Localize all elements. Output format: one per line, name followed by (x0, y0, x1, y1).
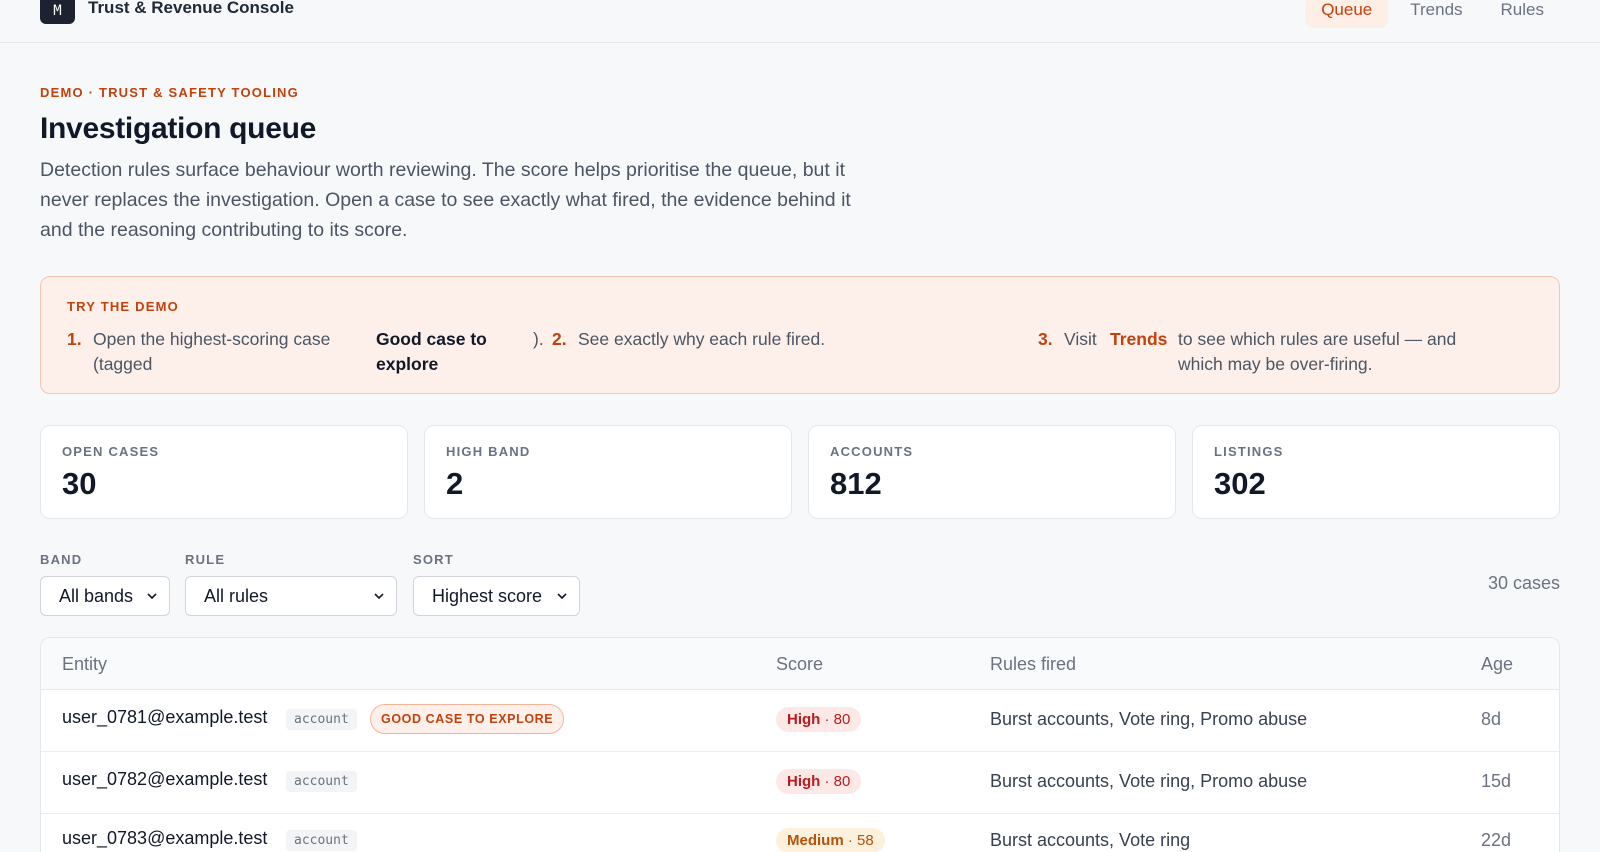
demo-title: TRY THE DEMO (67, 299, 179, 314)
case-count: 30 cases (1487, 573, 1560, 593)
app-logo: M (40, 0, 75, 24)
score-value: · 80 (824, 773, 851, 790)
rules-fired: Burst accounts, Vote ring (990, 830, 1191, 850)
rule-select-value: All rules (204, 586, 269, 606)
band-select-value: All bands (59, 586, 134, 606)
chevron-down-icon (557, 593, 567, 600)
step-number: 3. (1038, 329, 1053, 349)
score-badge: Medium · 58 (776, 828, 885, 852)
page-title: Investigation queue (40, 112, 317, 145)
chevron-down-icon (147, 593, 157, 600)
nav-item-trends[interactable]: Trends (1394, 0, 1478, 28)
stat-label: LISTINGS (1214, 444, 1284, 459)
step-text: Open the highest-scoring case (tagged (93, 329, 331, 374)
chevron-down-icon (374, 593, 384, 600)
step-text: Visit (1064, 329, 1097, 349)
stat-value: 2 (446, 466, 464, 501)
step-tag: Good case to explore (376, 329, 487, 374)
nav-item-rules[interactable]: Rules (1485, 0, 1560, 28)
stat-value: 302 (1214, 466, 1266, 501)
entity-type-badge: account (286, 709, 357, 730)
stat-value: 812 (830, 466, 882, 501)
case-age: 8d (1481, 709, 1502, 729)
stat-value: 30 (62, 466, 97, 501)
stat-card-open-cases: OPEN CASES 30 (40, 425, 408, 519)
sort-select[interactable]: Highest score (413, 576, 580, 616)
stat-label: OPEN CASES (62, 444, 160, 459)
step-number: 1. (67, 329, 82, 349)
sort-filter-label: SORT (413, 552, 454, 567)
demo-callout: TRY THE DEMO 1. Open the highest-scoring… (40, 276, 1560, 394)
table-row[interactable]: user_0783@example.test account Medium · … (41, 814, 1559, 852)
stat-label: HIGH BAND (446, 444, 531, 459)
table-row[interactable]: user_0781@example.test account GOOD CASE… (41, 690, 1559, 752)
score-badge: High · 80 (776, 769, 862, 794)
case-age: 22d (1481, 830, 1512, 850)
page-eyebrow: DEMO · TRUST & SAFETY TOOLING (40, 85, 299, 100)
sort-select-value: Highest score (432, 586, 543, 606)
entity-type-badge: account (286, 771, 357, 792)
case-age: 15d (1481, 771, 1512, 791)
step-text-end: ). (533, 329, 544, 349)
column-header-rules[interactable]: Rules fired (990, 654, 1076, 675)
score-band: Medium (787, 832, 844, 849)
band-filter-label: BAND (40, 552, 83, 567)
app-title: Trust & Revenue Console (88, 0, 294, 17)
stat-card-high-band: HIGH BAND 2 (424, 425, 792, 519)
good-case-badge: GOOD CASE TO EXPLORE (370, 704, 565, 734)
column-header-entity[interactable]: Entity (62, 654, 107, 675)
table-header: Entity Score Rules fired Age (41, 638, 1559, 690)
nav-item-queue[interactable]: Queue (1305, 0, 1389, 28)
trends-link[interactable]: Trends (1110, 327, 1167, 352)
entity-id[interactable]: user_0782@example.test (62, 769, 267, 790)
main-nav: Queue Trends Rules (1305, 0, 1560, 28)
score-value: · 58 (847, 832, 874, 849)
table-row[interactable]: user_0782@example.test account High · 80… (41, 752, 1559, 814)
step-text: See exactly why each rule fired. (578, 329, 826, 349)
rules-fired: Burst accounts, Vote ring, Promo abuse (990, 771, 1308, 791)
stat-label: ACCOUNTS (830, 444, 914, 459)
rule-select[interactable]: All rules (185, 576, 397, 616)
stat-card-listings: LISTINGS 302 (1192, 425, 1560, 519)
entity-id[interactable]: user_0783@example.test (62, 828, 267, 849)
rule-filter-label: RULE (185, 552, 226, 567)
column-header-score[interactable]: Score (776, 654, 823, 675)
band-select[interactable]: All bands (40, 576, 170, 616)
page-intro: Detection rules surface behaviour worth … (40, 159, 851, 241)
score-band: High (787, 711, 821, 728)
top-bar: M Trust & Revenue Console Queue Trends R… (0, 0, 1600, 43)
cases-table: Entity Score Rules fired Age user_0781@e… (40, 637, 1560, 852)
entity-type-badge: account (286, 830, 357, 851)
score-band: High (787, 773, 821, 790)
step-number: 2. (552, 329, 567, 349)
entity-id[interactable]: user_0781@example.test (62, 707, 267, 728)
column-header-age[interactable]: Age (1481, 654, 1513, 675)
score-badge: High · 80 (776, 707, 862, 732)
step-text-end: to see which rules are useful — and whic… (1178, 329, 1457, 374)
rules-fired: Burst accounts, Vote ring, Promo abuse (990, 709, 1308, 729)
score-value: · 80 (824, 711, 851, 728)
stat-card-accounts: ACCOUNTS 812 (808, 425, 1176, 519)
